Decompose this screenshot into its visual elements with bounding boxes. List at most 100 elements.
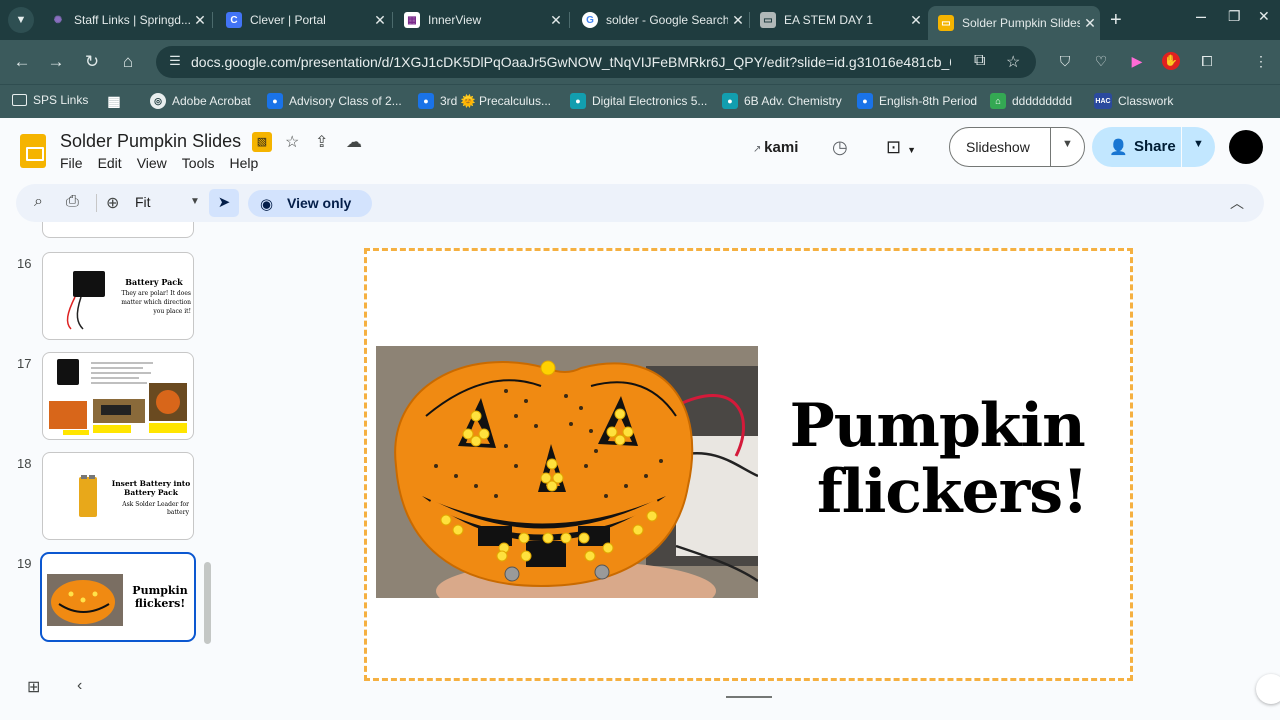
offline-doc-icon[interactable]: ▧ — [252, 132, 272, 152]
slideshow-button[interactable]: Slideshow ▼ — [949, 127, 1085, 167]
bookmark-sps-links[interactable]: SPS Links — [12, 93, 88, 107]
browser-tab[interactable]: ✺ Staff Links | Springd... ✕ — [40, 6, 210, 34]
bookmark-adv-chemistry[interactable]: ● 6B Adv. Chemistry — [722, 93, 842, 109]
tab-title: EA STEM DAY 1 — [784, 13, 873, 27]
pumpkin-photo — [376, 346, 758, 598]
bookmark-ddddddddd[interactable]: ⌂ ddddddddd — [990, 93, 1072, 109]
slide-thumbnail[interactable] — [42, 222, 194, 238]
star-icon[interactable]: ☆ — [285, 132, 299, 152]
close-icon[interactable]: ✕ — [370, 12, 390, 29]
eye-icon: ◉ — [260, 196, 274, 213]
reload-icon[interactable]: ↻ — [80, 50, 104, 74]
filmstrip-scrollbar[interactable] — [204, 562, 211, 644]
close-icon[interactable]: ✕ — [190, 12, 210, 29]
menu-help[interactable]: Help — [229, 155, 258, 171]
view-only-button[interactable]: ◉ View only — [248, 190, 372, 217]
tab-title: Solder Pumpkin Slides — [962, 16, 1080, 30]
close-icon[interactable]: ✕ — [1080, 15, 1100, 32]
browser-tab[interactable]: G solder - Google Search ✕ — [572, 6, 748, 34]
bookmark-star-icon[interactable]: ☆ — [1006, 52, 1020, 72]
bookmark-advisory[interactable]: ● Advisory Class of 2... — [267, 93, 402, 109]
avatar[interactable] — [1229, 130, 1263, 164]
open-external-icon: ↗ — [753, 144, 765, 155]
extension-shield-icon[interactable]: ⛉ — [1056, 52, 1074, 70]
new-tab-button[interactable]: + — [1110, 9, 1122, 32]
extension-video-icon[interactable]: ▶ — [1128, 52, 1146, 70]
home-icon[interactable]: ⌂ — [116, 50, 140, 74]
menu-view[interactable]: View — [137, 155, 167, 171]
menu-file[interactable]: File — [60, 155, 83, 171]
slide-filmstrip: 16 Battery Pack They are polar! It does … — [0, 222, 220, 720]
more-vert-icon[interactable]: ⋮ — [1252, 52, 1270, 70]
adobe-acrobat-icon: ◎ — [150, 93, 166, 109]
side-panel-toggle[interactable] — [1256, 674, 1280, 704]
back-arrow-icon[interactable]: ← — [10, 50, 34, 74]
slides-logo-icon[interactable] — [20, 134, 46, 168]
tab-search-button[interactable]: ▼ — [8, 7, 34, 33]
menu-edit[interactable]: Edit — [98, 155, 122, 171]
slide-title-line-2: flickers! — [817, 457, 1088, 527]
bookmark-digital-electronics[interactable]: ● Digital Electronics 5... — [570, 93, 707, 109]
bookmark-precalculus[interactable]: ● 3rd 🌞 Precalculus... — [418, 93, 551, 109]
zoom-select[interactable]: Fit — [135, 194, 151, 210]
slide-thumbnail-19[interactable]: Pumpkin flickers! — [40, 552, 196, 642]
search-icon[interactable]: ⌕ — [34, 193, 43, 211]
slide-title: Pumpkin flickers! — [787, 393, 1089, 527]
thumbnail-body: They are polar! It does matter which dir… — [121, 290, 191, 315]
meet-video-icon[interactable]: ⊡ ▼ — [886, 137, 916, 158]
slide-thumbnail-16[interactable]: Battery Pack They are polar! It does mat… — [42, 252, 194, 340]
sparkle-icon: ✺ — [53, 14, 63, 26]
site-settings-icon[interactable]: ☰ — [166, 53, 184, 71]
menu-tools[interactable]: Tools — [182, 155, 215, 171]
chevron-up-icon[interactable]: ︿ — [1230, 193, 1244, 213]
extensions-puzzle-icon[interactable]: ⧠ — [1198, 52, 1216, 70]
close-icon[interactable]: ✕ — [728, 12, 748, 29]
collapse-panel-icon[interactable]: ‹ — [77, 677, 82, 695]
slides-icon: ▭ — [938, 15, 954, 31]
thumbnail-body: Ask Solder Leader for battery — [122, 501, 189, 516]
minimize-icon[interactable]: – — [1196, 6, 1206, 27]
bookmark-adobe-acrobat[interactable]: ◎ Adobe Acrobat — [150, 93, 251, 109]
bookmarks-bar: SPS Links ▦ ◎ Adobe Acrobat ● Advisory C… — [0, 84, 1280, 118]
address-bar[interactable]: ☰ docs.google.com/presentation/d/1XGJ1cD… — [156, 46, 1036, 78]
chevron-down-icon[interactable]: ▼ — [1062, 138, 1073, 150]
browser-tab-active[interactable]: ▭ Solder Pumpkin Slides ✕ — [928, 6, 1100, 40]
chevron-down-icon[interactable]: ▼ — [190, 196, 200, 207]
kami-button[interactable]: ↗ kami — [753, 139, 798, 156]
close-icon[interactable]: ✕ — [906, 12, 926, 29]
zoom-icon[interactable]: ⊕ — [106, 193, 119, 213]
grid-view-icon[interactable]: ⊞ — [27, 677, 40, 697]
slide-number: 17 — [17, 356, 32, 371]
slide-thumbnail-17[interactable] — [42, 352, 194, 440]
canvas-scroll-handle[interactable] — [726, 696, 772, 698]
print-icon[interactable]: ⎙ — [66, 193, 79, 211]
thumbnail-title: Pumpkin flickers! — [132, 584, 188, 610]
move-to-drive-icon[interactable]: ⇪ — [315, 132, 328, 152]
browser-tab[interactable]: ▭ EA STEM DAY 1 ✕ — [750, 6, 926, 34]
version-history-icon[interactable]: ◷ — [832, 137, 848, 158]
thumbnail-title: Battery Pack — [125, 277, 183, 287]
chevron-down-icon[interactable]: ▼ — [1193, 138, 1204, 150]
cloud-status-icon[interactable]: ☁ — [346, 132, 362, 152]
restore-icon[interactable]: ❐ — [1228, 8, 1241, 25]
slide-number: 16 — [17, 256, 32, 271]
share-button[interactable]: 👤 Share ▼ — [1092, 127, 1215, 167]
document-title[interactable]: Solder Pumpkin Slides — [60, 131, 241, 152]
bookmark-english[interactable]: ● English-8th Period — [857, 93, 977, 109]
browser-tab[interactable]: C Clever | Portal ✕ — [216, 6, 390, 34]
bookmark-apps[interactable]: ▦ — [106, 93, 128, 109]
select-pointer-icon[interactable]: ➤ — [209, 189, 239, 217]
forward-arrow-icon[interactable]: → — [44, 50, 68, 74]
chevron-down-icon: ▼ — [907, 145, 917, 155]
close-icon[interactable]: ✕ — [546, 12, 566, 29]
extension-heart-icon[interactable]: ♡ — [1092, 52, 1110, 70]
bookmark-classwork[interactable]: HAC Classwork — [1094, 93, 1173, 109]
slide-thumbnail-18[interactable]: Insert Battery into Battery Pack Ask Sol… — [42, 452, 194, 540]
tab-divider — [569, 12, 570, 28]
url-text[interactable]: docs.google.com/presentation/d/1XGJ1cDK5… — [191, 54, 951, 70]
tab-title: solder - Google Search — [606, 13, 728, 27]
window-close-icon[interactable]: ✕ — [1258, 8, 1270, 25]
browser-tab[interactable]: ▦ InnerView ✕ — [394, 6, 566, 34]
extension-hand-icon[interactable]: ✋ — [1162, 52, 1180, 70]
install-app-icon[interactable]: ⧉ — [974, 52, 985, 70]
